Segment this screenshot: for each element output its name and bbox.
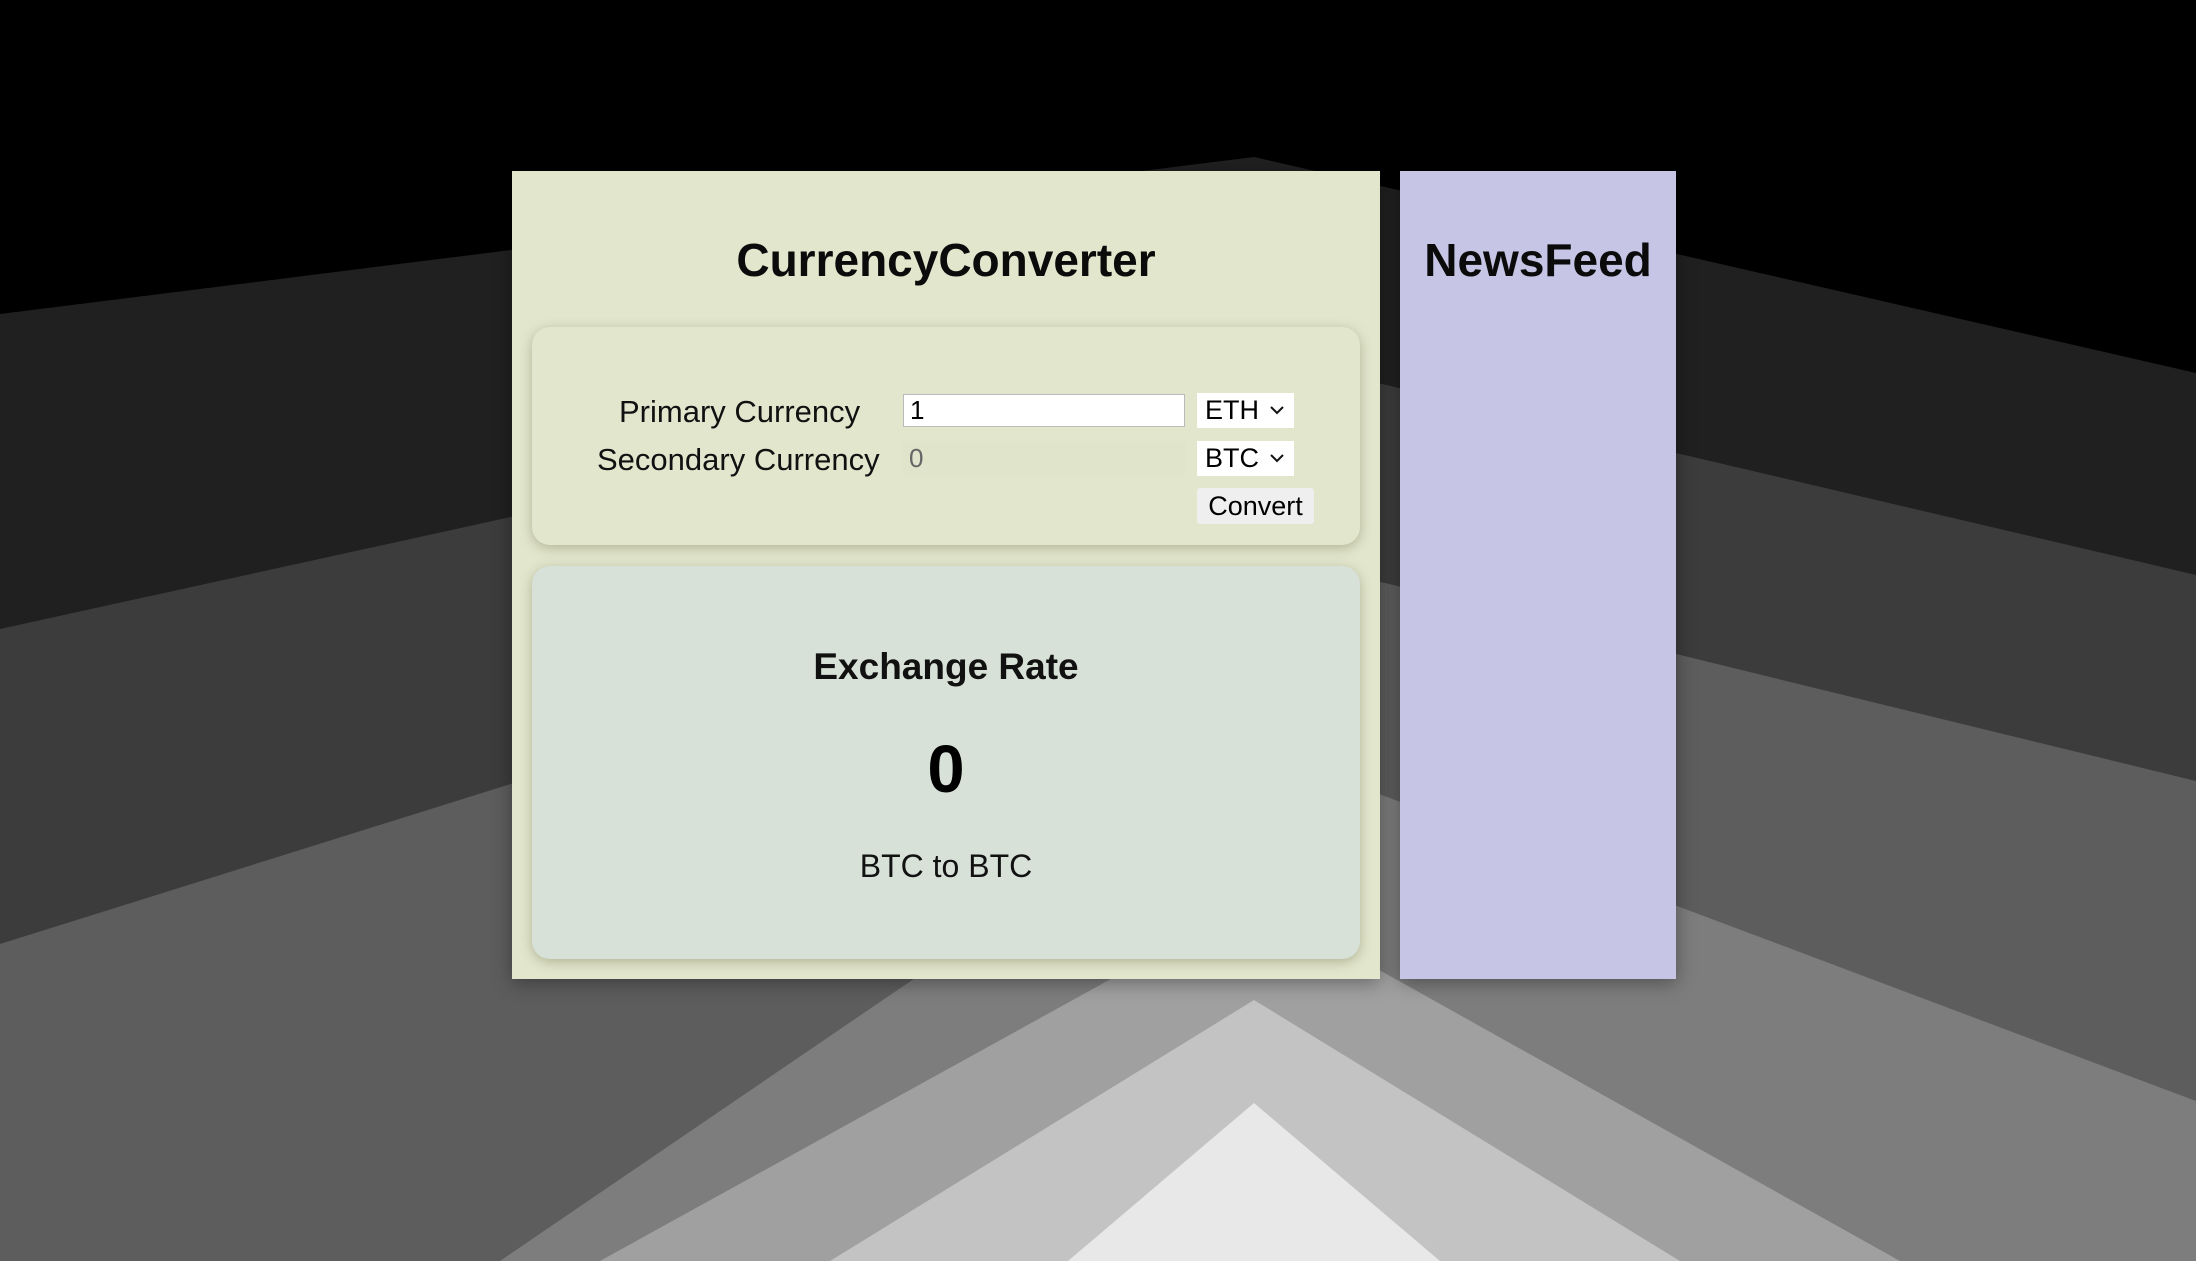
primary-currency-value: ETH <box>1205 395 1259 425</box>
exchange-rate-card: Exchange Rate 0 BTC to BTC <box>532 566 1360 959</box>
exchange-rate-value: 0 <box>927 732 965 807</box>
primary-currency-select[interactable]: ETH <box>1197 393 1294 428</box>
primary-amount-input[interactable] <box>903 394 1185 427</box>
secondary-currency-label: Secondary Currency <box>597 442 880 477</box>
convert-button[interactable]: Convert <box>1197 488 1314 524</box>
secondary-currency-select[interactable]: BTC <box>1197 441 1294 476</box>
exchange-rate-title: Exchange Rate <box>813 646 1079 687</box>
chevron-down-icon <box>1270 454 1284 463</box>
primary-currency-label: Primary Currency <box>619 394 861 429</box>
news-feed-title: NewsFeed <box>1424 234 1652 286</box>
secondary-currency-value: BTC <box>1205 443 1259 473</box>
currency-converter-panel: CurrencyConverter Primary Currency ETH S… <box>512 171 1380 979</box>
exchange-rate-pair: BTC to BTC <box>859 848 1033 884</box>
converter-title: CurrencyConverter <box>736 234 1156 286</box>
conversion-form-card: Primary Currency ETH Secondary Currency … <box>532 327 1360 545</box>
chevron-down-icon <box>1270 406 1284 415</box>
news-feed-panel: NewsFeed <box>1400 171 1676 979</box>
secondary-amount-field <box>903 441 1185 476</box>
